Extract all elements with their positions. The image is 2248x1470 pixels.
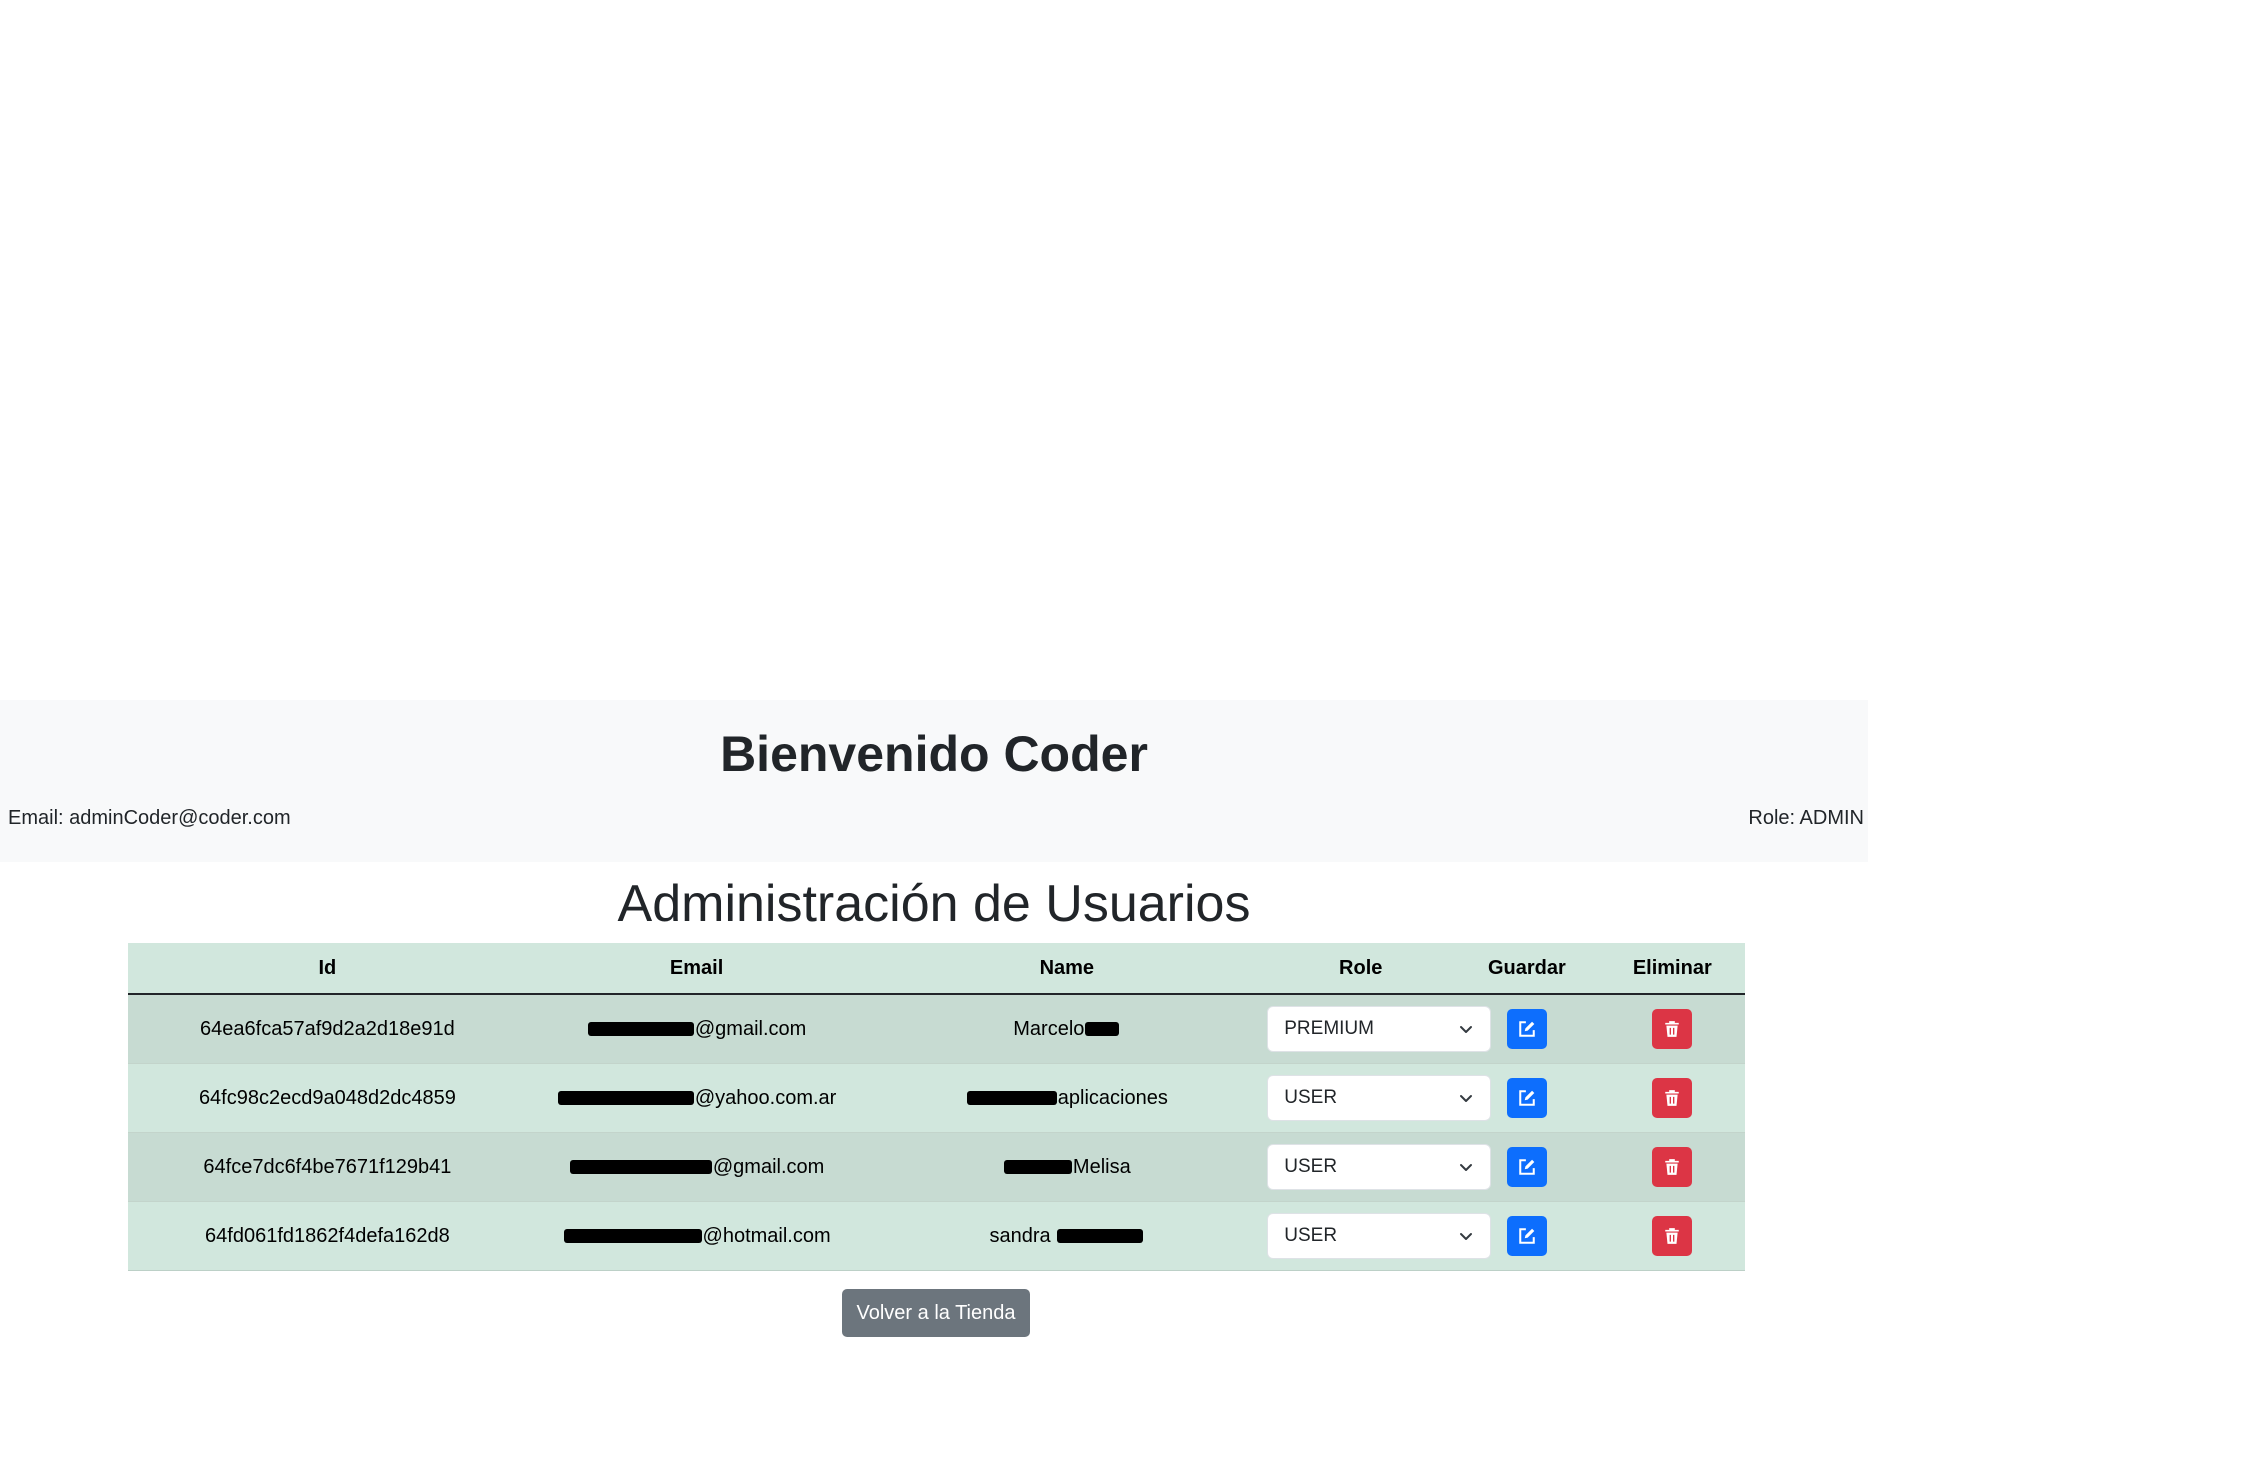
table-row: 64fce7dc6f4be7671f129b41 @gmail.com Meli…: [128, 1132, 1745, 1202]
user-email-domain: @hotmail.com: [702, 1224, 831, 1247]
column-header-name: Name: [866, 943, 1268, 995]
user-role-cell: USER: [1267, 1132, 1492, 1202]
pencil-square-icon: [1519, 1090, 1535, 1106]
delete-button[interactable]: [1652, 1147, 1693, 1187]
user-id: 64fce7dc6f4be7671f129b41: [128, 1132, 527, 1202]
column-header-save: Guardar: [1454, 943, 1600, 995]
trash-icon: [1665, 1090, 1680, 1106]
user-email-cell: @hotmail.com: [526, 1201, 867, 1271]
delete-cell: [1599, 1063, 1745, 1133]
role-select[interactable]: USER: [1267, 1144, 1492, 1190]
table-row: 64fc98c2ecd9a048d2dc4859 @yahoo.com.ar a…: [128, 1063, 1745, 1133]
user-email-domain: @gmail.com: [694, 1017, 807, 1040]
user-name-cell: sandra: [866, 1201, 1268, 1271]
pencil-square-icon: [1519, 1159, 1535, 1175]
table-header-row: Id Email Name Role Guardar Eliminar: [128, 943, 1745, 995]
delete-button[interactable]: [1652, 1009, 1693, 1049]
role-select-value: USER: [1284, 1225, 1338, 1246]
user-id: 64fd061fd1862f4defa162d8: [128, 1201, 527, 1271]
pencil-square-icon: [1519, 1228, 1535, 1244]
role-select-value: USER: [1284, 1087, 1338, 1108]
user-name-cell: Melisa: [866, 1132, 1268, 1202]
user-role-cell: USER: [1267, 1063, 1492, 1133]
welcome-header: Bienvenido Coder Email: adminCoder@coder…: [0, 700, 1868, 862]
column-header-id: Id: [128, 943, 527, 995]
role-select-value: PREMIUM: [1284, 1018, 1374, 1039]
redaction-mark: [1003, 1160, 1072, 1175]
user-email-cell: @yahoo.com.ar: [526, 1063, 867, 1133]
column-header-email: Email: [526, 943, 867, 995]
user-id: 64fc98c2ecd9a048d2dc4859: [128, 1063, 527, 1133]
redaction-mark: [966, 1091, 1057, 1106]
delete-button[interactable]: [1652, 1078, 1693, 1118]
delete-cell: [1599, 1201, 1745, 1271]
chevron-down-icon: [1460, 1026, 1473, 1033]
redaction-mark: [569, 1160, 712, 1175]
pencil-square-icon: [1519, 1021, 1535, 1037]
user-role-cell: USER: [1267, 1201, 1492, 1271]
role-select[interactable]: PREMIUM: [1267, 1006, 1492, 1052]
role-select-value: USER: [1284, 1156, 1338, 1177]
delete-cell: [1599, 994, 1745, 1064]
redaction-mark: [587, 1022, 694, 1037]
save-button[interactable]: [1506, 1147, 1547, 1187]
redaction-mark: [1057, 1229, 1144, 1244]
delete-cell: [1599, 1132, 1745, 1202]
trash-icon: [1665, 1159, 1680, 1175]
user-role: Role: ADMIN: [1748, 807, 1864, 829]
back-to-store-button[interactable]: Volver a la Tienda: [842, 1289, 1030, 1337]
table-row: 64fd061fd1862f4defa162d8 @hotmail.com sa…: [128, 1201, 1745, 1271]
page-title: Administración de Usuarios: [617, 875, 1251, 933]
save-button[interactable]: [1506, 1216, 1547, 1256]
delete-button[interactable]: [1652, 1216, 1693, 1256]
user-name-cell: aplicaciones: [866, 1063, 1268, 1133]
user-name-visible: Marcelo: [1013, 1017, 1085, 1040]
user-id: 64ea6fca57af9d2a2d18e91d: [128, 994, 527, 1064]
table-row: 64ea6fca57af9d2a2d18e91d @gmail.com Marc…: [128, 994, 1745, 1064]
user-name-visible: sandra: [989, 1224, 1051, 1247]
redaction-mark: [563, 1229, 702, 1244]
user-email-cell: @gmail.com: [526, 994, 867, 1064]
role-select[interactable]: USER: [1267, 1213, 1492, 1259]
chevron-down-icon: [1460, 1164, 1473, 1171]
user-name-visible: Melisa: [1072, 1155, 1131, 1178]
trash-icon: [1665, 1228, 1680, 1244]
redaction-mark: [557, 1091, 694, 1106]
users-table: Id Email Name Role Guardar Eliminar 64ea…: [128, 943, 1745, 1271]
trash-icon: [1665, 1021, 1680, 1037]
save-button[interactable]: [1506, 1078, 1547, 1118]
chevron-down-icon: [1460, 1233, 1473, 1240]
column-header-role: Role: [1267, 943, 1455, 995]
welcome-title: Bienvenido Coder: [720, 726, 1148, 782]
save-button[interactable]: [1506, 1009, 1547, 1049]
user-email: Email: adminCoder@coder.com: [8, 807, 291, 829]
user-name-cell: Marcelo: [866, 994, 1268, 1064]
user-email-domain: @gmail.com: [712, 1155, 825, 1178]
user-email-domain: @yahoo.com.ar: [694, 1086, 837, 1109]
user-role-cell: PREMIUM: [1267, 994, 1492, 1064]
role-select[interactable]: USER: [1267, 1075, 1492, 1121]
column-header-delete: Eliminar: [1599, 943, 1745, 995]
user-name-visible: aplicaciones: [1057, 1086, 1168, 1109]
user-email-cell: @gmail.com: [526, 1132, 867, 1202]
redaction-mark: [1085, 1022, 1120, 1037]
chevron-down-icon: [1460, 1095, 1473, 1102]
